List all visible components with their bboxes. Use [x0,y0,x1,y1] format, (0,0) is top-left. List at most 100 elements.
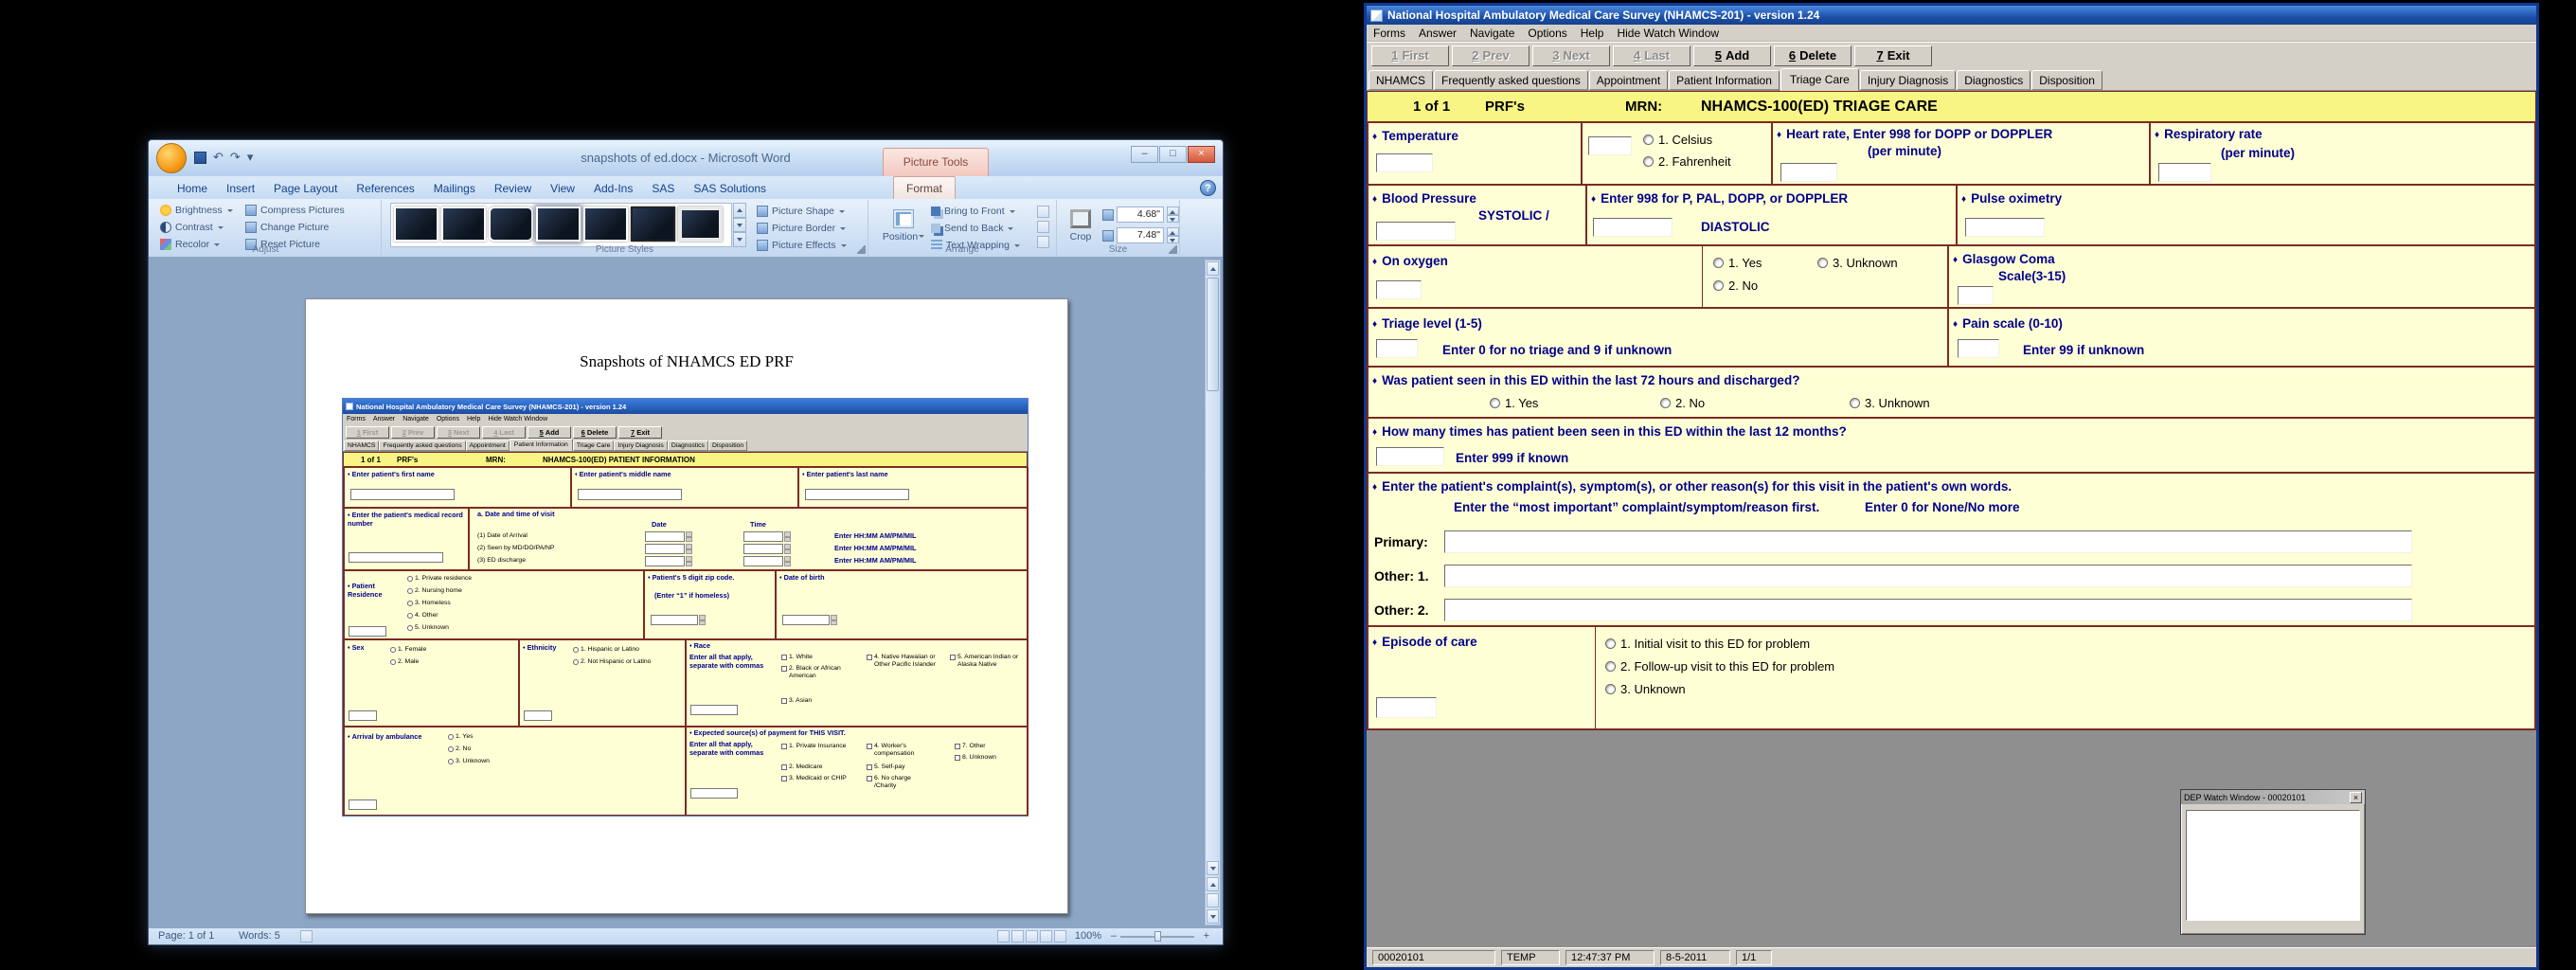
scroll-up-button[interactable] [1207,261,1219,276]
gallery-scroll-up[interactable] [733,203,746,218]
menu-navigate[interactable]: Navigate [1463,26,1521,41]
crop-button[interactable]: Crop [1063,203,1099,248]
picture-style-thumbnail[interactable] [583,207,628,242]
next-page-button[interactable] [1207,909,1219,924]
tab-patient-information[interactable]: Patient Information [1669,70,1780,90]
tab-page-layout[interactable]: Page Layout [264,177,347,199]
zoom-in-button[interactable]: + [1204,930,1209,942]
spin-up[interactable] [1167,207,1179,215]
maximize-button[interactable]: □ [1159,146,1187,163]
add-button[interactable]: 5Add [1693,45,1771,66]
embedded-screenshot[interactable]: National Hospital Ambulatory Medical Car… [342,398,1029,817]
other2-complaint-input[interactable] [1444,599,2412,621]
menu-hide-watch-window[interactable]: Hide Watch Window [1610,26,1726,41]
seen-72-option[interactable]: 1. Yes [1490,396,1538,410]
picture-style-thumbnail[interactable] [394,207,438,242]
help-button[interactable]: ? [1200,180,1216,196]
seen-12-input[interactable] [1376,447,1444,466]
temp-unit-option[interactable]: 1. Celsius [1643,133,1712,147]
tab-injury-diagnosis[interactable]: Injury Diagnosis [1860,70,1956,90]
dialog-launcher-icon[interactable] [857,245,866,254]
compress-pictures-button[interactable]: Compress Pictures [245,205,345,216]
watch-window-list[interactable] [2186,810,2360,921]
picture-shape-button[interactable]: Picture Shape [757,206,845,217]
episode-option[interactable]: 3. Unknown [1605,682,1686,696]
tab-add-ins[interactable]: Add-Ins [584,177,642,199]
view-print-layout-button[interactable] [997,930,1010,943]
zoom-slider-thumb[interactable] [1154,931,1161,942]
position-button[interactable]: Position [882,203,925,248]
picture-style-thumbnail[interactable] [678,207,723,242]
height-input[interactable]: 4.68" [1117,207,1164,223]
zoom-out-button[interactable]: – [1111,930,1117,942]
previous-page-button[interactable] [1207,877,1219,891]
oxygen-option[interactable]: 2. No [1713,278,1758,293]
tab-disposition[interactable]: Disposition [2031,70,2102,90]
delete-button[interactable]: 6Delete [1774,45,1852,66]
view-draft-button[interactable] [1054,930,1066,943]
tab-format[interactable]: Format [893,176,956,199]
contrast-button[interactable]: Contrast [160,222,224,233]
picture-style-thumbnail[interactable] [489,207,533,242]
exit-button[interactable]: 7Exit [1854,45,1932,66]
view-outline-button[interactable] [1040,930,1052,943]
oxygen-option[interactable]: 3. Unknown [1817,256,1898,270]
glasgow-input[interactable] [1958,286,1994,305]
triage-level-input[interactable] [1376,339,1418,358]
tab-sas-solutions[interactable]: SAS Solutions [684,177,776,199]
tab-insert[interactable]: Insert [217,177,264,199]
episode-option[interactable]: 1. Initial visit to this ED for problem [1605,637,1810,651]
close-icon[interactable]: × [2350,792,2362,803]
bring-to-front-button[interactable]: Bring to Front [931,206,1015,217]
minimize-button[interactable]: – [1131,146,1158,163]
menu-forms[interactable]: Forms [1367,26,1412,41]
gallery-scroll-down[interactable] [733,218,746,233]
oxygen-option[interactable]: 1. Yes [1713,256,1762,270]
page-indicator[interactable]: Page: 1 of 1 [158,930,214,942]
tab-view[interactable]: View [541,177,584,199]
view-fullscreen-button[interactable] [1011,930,1024,943]
tab-diagnostics[interactable]: Diagnostics [1957,70,2030,90]
close-button[interactable]: × [1188,146,1215,163]
tab-mailings[interactable]: Mailings [424,177,485,199]
document-page[interactable]: Snapshots of NHAMCS ED PRF National Hosp… [305,298,1068,914]
spin-up[interactable] [1167,227,1179,236]
on-oxygen-input[interactable] [1376,280,1422,299]
primary-complaint-input[interactable] [1444,530,2412,553]
picture-style-thumbnail[interactable] [441,207,486,242]
menu-help[interactable]: Help [1574,26,1611,41]
spellcheck-icon[interactable] [300,930,313,943]
vertical-scrollbar[interactable] [1205,260,1221,925]
pain-scale-input[interactable] [1958,339,1999,358]
tab-sas[interactable]: SAS [642,177,684,199]
picture-style-thumbnail[interactable] [536,207,581,242]
pulse-ox-input[interactable] [1965,218,2045,237]
width-input[interactable]: 7.48" [1117,227,1164,243]
systolic-input[interactable] [1376,222,1456,241]
resp-rate-input[interactable] [2158,163,2211,182]
spin-down[interactable] [1167,236,1179,244]
spin-down[interactable] [1167,215,1179,224]
tab-references[interactable]: References [347,177,423,199]
tab-appointment[interactable]: Appointment [1589,70,1668,90]
episode-option[interactable]: 2. Follow-up visit to this ED for proble… [1605,659,1834,674]
align-button[interactable] [1037,206,1049,218]
tab-nhamcs[interactable]: NHAMCS [1368,70,1433,90]
change-picture-button[interactable]: Change Picture [245,222,329,233]
dialog-launcher-icon[interactable] [1169,245,1177,254]
brightness-button[interactable]: Brightness [160,205,233,216]
episode-input[interactable] [1376,697,1437,718]
heart-rate-input[interactable] [1780,163,1837,182]
scroll-down-button[interactable] [1207,861,1219,875]
temp-unit-input[interactable] [1588,136,1632,155]
group-button[interactable] [1037,221,1049,233]
tab-faq[interactable]: Frequently asked questions [1434,70,1588,90]
view-web-layout-button[interactable] [1026,930,1038,943]
select-browse-object-button[interactable] [1207,893,1219,907]
tab-triage-care[interactable]: Triage Care [1780,68,1859,91]
temp-unit-option[interactable]: 2. Fahrenheit [1643,154,1731,169]
other1-complaint-input[interactable] [1444,565,2412,587]
zoom-level[interactable]: 100% [1075,930,1101,942]
seen-72-option[interactable]: 3. Unknown [1850,396,1930,410]
tab-home[interactable]: Home [168,177,217,199]
